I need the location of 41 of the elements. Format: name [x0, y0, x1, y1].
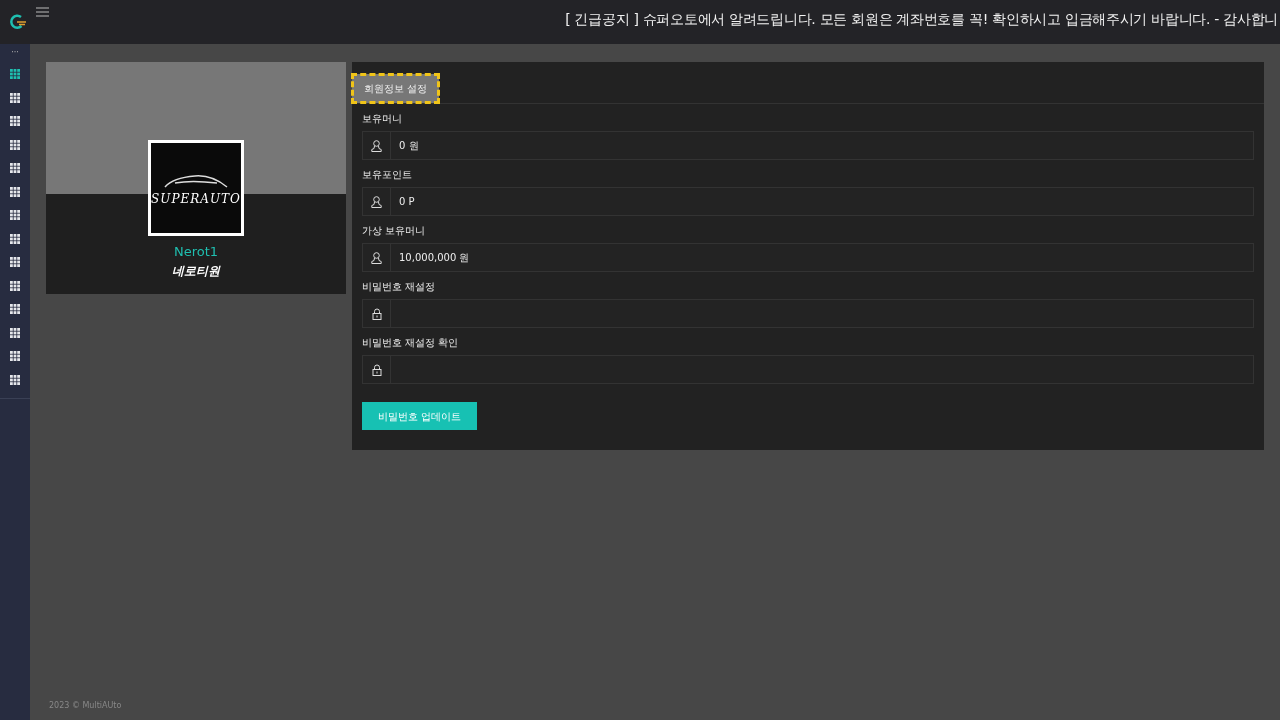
field-label: 비밀번호 재설정 — [362, 282, 437, 292]
field-value: 10,000,000 원 — [399, 251, 470, 265]
grid-icon[interactable] — [10, 233, 20, 244]
user-icon — [371, 195, 382, 208]
footer-text: 2023 © MultiAUto — [49, 700, 123, 712]
field-label: 보유머니 — [362, 114, 403, 124]
grid-icon[interactable] — [10, 374, 20, 385]
logo-icon — [9, 14, 27, 30]
field-label: 보유포인트 — [362, 170, 413, 180]
input-field[interactable] — [362, 299, 1254, 328]
input-field[interactable] — [362, 355, 1254, 384]
grid-icon[interactable] — [10, 116, 20, 126]
input-field[interactable]: 10,000,000 원 — [362, 243, 1254, 272]
input-field[interactable]: 0 P — [362, 187, 1254, 216]
username: Nerot1 — [173, 243, 219, 261]
grid-icon[interactable] — [10, 257, 20, 267]
grid-icon[interactable] — [10, 92, 20, 103]
input-field[interactable]: 0 원 — [362, 131, 1254, 160]
field-value: 0 P — [399, 195, 415, 209]
grid-icon[interactable] — [10, 139, 20, 150]
grid-icon[interactable] — [10, 280, 20, 291]
grid-icon[interactable] — [10, 163, 20, 173]
menu-icon[interactable] — [36, 7, 49, 17]
nickname: 네로티원 — [172, 262, 220, 280]
field-label: 가상 보유머니 — [362, 226, 427, 236]
field-label: 비밀번호 재설정 확인 — [362, 338, 460, 348]
grid-icon[interactable] — [10, 327, 20, 338]
user-icon — [371, 139, 382, 152]
grid-icon[interactable] — [10, 69, 20, 79]
more-text[interactable]: ··· — [11, 49, 19, 57]
lock-icon — [371, 363, 382, 376]
lock-icon — [371, 307, 382, 320]
tab[interactable]: 회원정보 설정 — [352, 74, 440, 103]
grid-icon[interactable] — [10, 186, 20, 197]
notice-ticker: [ 긴급공지 ] 슈퍼오토에서 알려드립니다. 모든 회원은 계좌번호를 꼭! 확인하시고 입금해주시기 바랍니다. - 감사합니 — [565, 10, 1279, 29]
grid-icon[interactable] — [10, 210, 20, 220]
logo-text: SUPERAUTO — [151, 193, 241, 205]
user-icon — [371, 251, 382, 264]
field-value: 0 원 — [399, 139, 419, 153]
grid-icon[interactable] — [10, 304, 20, 314]
grid-icon[interactable] — [10, 351, 20, 361]
